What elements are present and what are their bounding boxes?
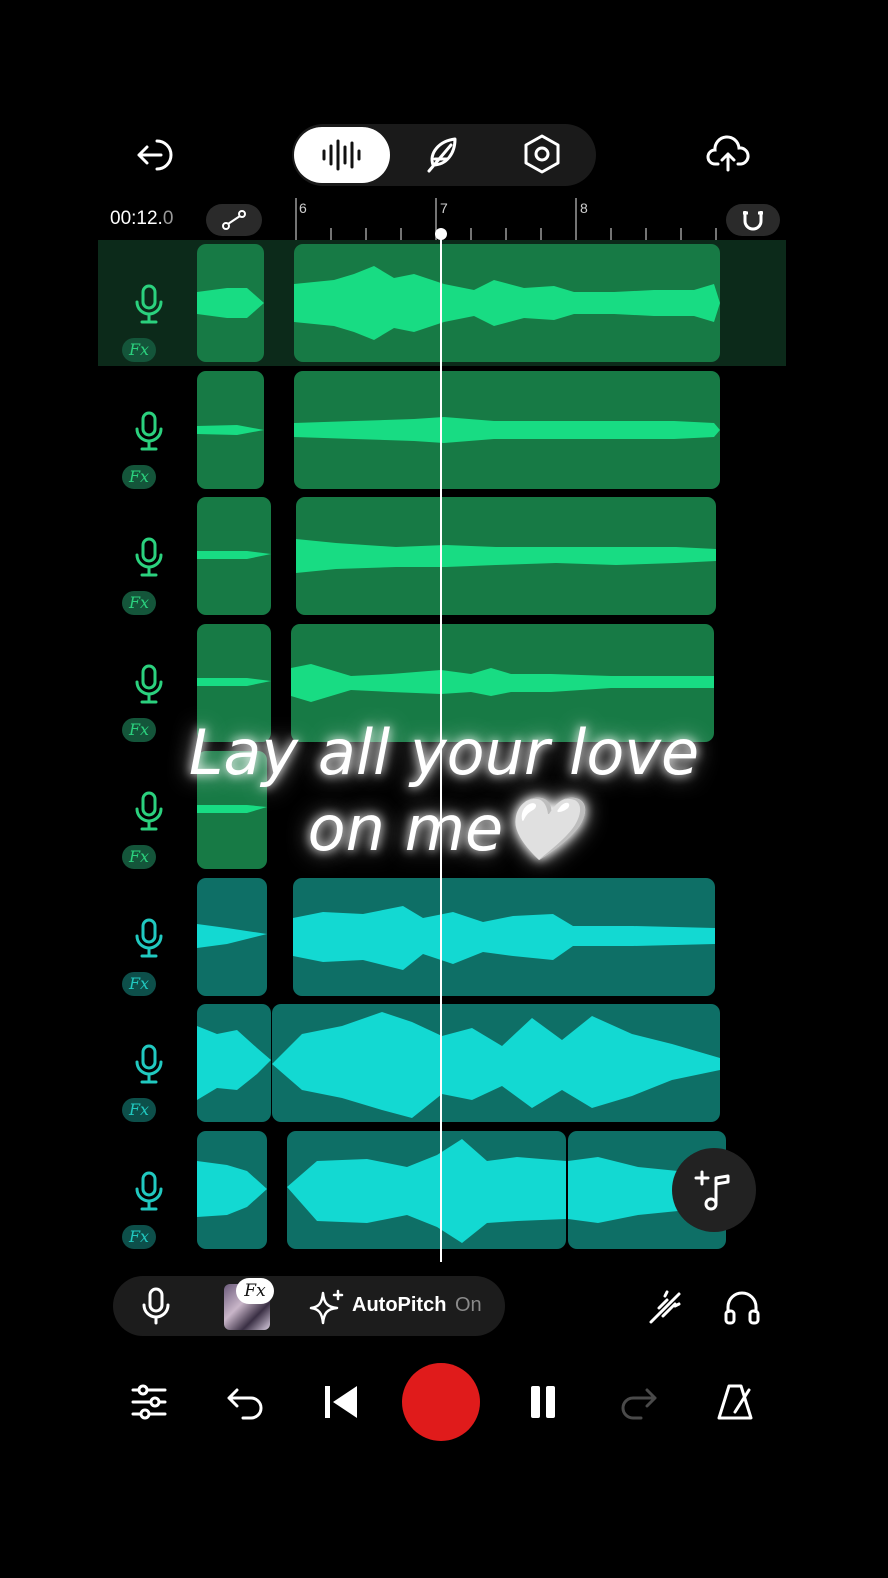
- waveform: [294, 266, 720, 340]
- audio-clip[interactable]: [197, 878, 267, 996]
- audio-clip[interactable]: [294, 371, 720, 489]
- add-music-icon: [694, 1170, 730, 1211]
- add-track-button[interactable]: [672, 1148, 756, 1232]
- magic-wand-button[interactable]: [642, 1286, 688, 1330]
- waveform: [197, 425, 264, 435]
- track-header-8[interactable]: Fx: [108, 1129, 198, 1251]
- waveform: [294, 417, 720, 443]
- microphone-icon: [142, 1287, 170, 1325]
- undo-icon: [227, 1388, 263, 1420]
- playhead-handle[interactable]: [435, 228, 447, 240]
- waveform: [287, 1139, 566, 1243]
- timeline-ruler[interactable]: [290, 196, 730, 242]
- fx-badge[interactable]: Fx: [122, 972, 156, 996]
- pause-icon: [531, 1386, 555, 1418]
- waveform: [272, 1012, 720, 1118]
- magnet-icon: [743, 211, 763, 231]
- automation-curve-icon: [222, 210, 246, 230]
- hexagon-settings-icon: [524, 134, 560, 174]
- skip-to-start-button[interactable]: [318, 1380, 364, 1424]
- autopitch-state[interactable]: On: [455, 1294, 482, 1317]
- audio-clip[interactable]: [294, 244, 720, 362]
- audio-clip[interactable]: [287, 1131, 566, 1249]
- audio-clip[interactable]: [197, 371, 264, 489]
- snap-button[interactable]: [726, 204, 780, 236]
- fx-badge[interactable]: Fx: [122, 1225, 156, 1249]
- microphone-icon: [135, 664, 163, 704]
- record-button[interactable]: [402, 1363, 480, 1441]
- feather-icon: [427, 137, 457, 173]
- exit-icon: [137, 139, 173, 171]
- autopitch-button[interactable]: [308, 1288, 346, 1326]
- fx-preset-badge: Fx: [236, 1278, 274, 1304]
- track-header-6[interactable]: Fx: [108, 876, 198, 998]
- automation-button[interactable]: [206, 204, 262, 236]
- tab-lyrics[interactable]: [414, 130, 468, 180]
- microphone-icon: [135, 411, 163, 451]
- lyric-line-2: on me🤍: [307, 792, 581, 865]
- metronome-button[interactable]: [712, 1380, 758, 1424]
- audio-clip[interactable]: [197, 1131, 267, 1249]
- skip-back-icon: [325, 1386, 357, 1418]
- audio-clip[interactable]: [272, 1004, 720, 1122]
- time-ms: 0: [162, 208, 174, 229]
- sliders-icon: [131, 1384, 167, 1420]
- fx-badge[interactable]: Fx: [122, 591, 156, 615]
- waveform: [197, 288, 264, 318]
- audio-clip[interactable]: [197, 1004, 271, 1122]
- microphone-icon: [135, 1171, 163, 1211]
- waveform: [293, 906, 715, 970]
- ruler-label-8: 8: [580, 200, 588, 216]
- magic-wand-icon: [649, 1290, 681, 1324]
- microphone-icon: [135, 537, 163, 577]
- redo-button[interactable]: [616, 1380, 662, 1424]
- microphone-icon: [135, 918, 163, 958]
- track-header-2[interactable]: Fx: [108, 369, 198, 491]
- track-header-3[interactable]: Fx: [108, 495, 198, 617]
- ruler-label-6: 6: [299, 200, 307, 216]
- audio-clip[interactable]: [293, 878, 715, 996]
- fx-badge[interactable]: Fx: [122, 338, 156, 362]
- waveform-icon: [322, 139, 361, 171]
- track-header-7[interactable]: Fx: [108, 1002, 198, 1124]
- waveform: [197, 924, 267, 948]
- waveform: [197, 1026, 271, 1100]
- metronome-icon: [717, 1384, 753, 1420]
- track-header-1[interactable]: Fx: [108, 242, 198, 364]
- audio-clip[interactable]: [197, 497, 271, 615]
- time-main: 00:12.: [110, 208, 163, 229]
- time-display: 00:12.0: [110, 208, 173, 230]
- tab-settings[interactable]: [516, 128, 568, 180]
- pause-button[interactable]: [520, 1380, 566, 1424]
- fx-preset-button[interactable]: Fx: [224, 1278, 274, 1330]
- autopitch-label[interactable]: AutoPitch: [352, 1294, 446, 1317]
- microphone-icon: [135, 1044, 163, 1084]
- fx-badge[interactable]: Fx: [122, 1098, 156, 1122]
- fx-badge[interactable]: Fx: [122, 465, 156, 489]
- monitor-headphones-button[interactable]: [718, 1284, 766, 1330]
- waveform: [296, 539, 716, 573]
- mixer-button[interactable]: [126, 1380, 172, 1424]
- cloud-upload-icon: [706, 135, 750, 172]
- exit-button[interactable]: [130, 130, 180, 180]
- tab-tracks[interactable]: [294, 127, 390, 183]
- sparkle-icon: [309, 1289, 344, 1325]
- waveform: [197, 551, 271, 559]
- lyric-line-1: Lay all your love: [188, 716, 700, 789]
- input-mic-button[interactable]: [136, 1286, 176, 1326]
- audio-clip[interactable]: [197, 244, 264, 362]
- headphones-icon: [724, 1291, 760, 1325]
- waveform: [197, 1161, 267, 1217]
- redo-icon: [621, 1388, 657, 1420]
- ruler-label-7: 7: [440, 200, 448, 216]
- audio-clip[interactable]: [296, 497, 716, 615]
- microphone-icon: [135, 284, 163, 324]
- upload-button[interactable]: [702, 128, 754, 180]
- undo-button[interactable]: [222, 1380, 268, 1424]
